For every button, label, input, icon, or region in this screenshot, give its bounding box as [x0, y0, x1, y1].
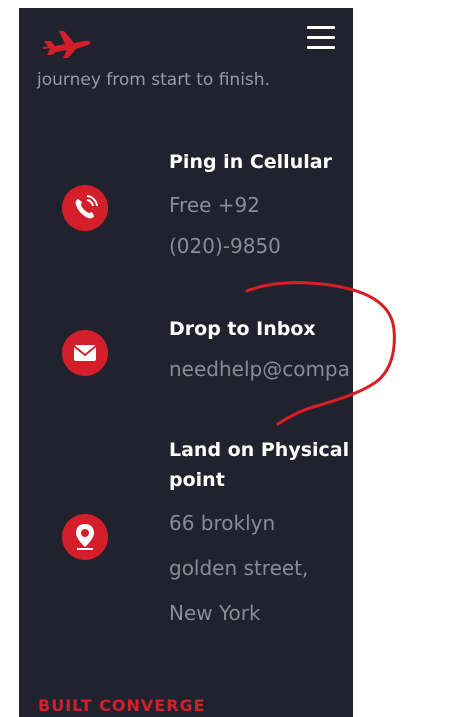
contact-title-email: Drop to Inbox — [169, 318, 316, 340]
contact-title-location-line-1: Land on Physical — [169, 439, 350, 461]
contact-title-phone: Ping in Cellular — [169, 151, 332, 173]
contact-panel: journey from start to finish. Ping in Ce… — [19, 8, 353, 717]
envelope-icon — [62, 330, 108, 376]
contact-detail-location-line-1: 66 broklyn — [169, 511, 276, 535]
contact-title-location-line-2: point — [169, 469, 225, 491]
footer-label: BUILT CONVERGE — [38, 696, 206, 715]
phone-icon — [62, 185, 108, 231]
location-pin-icon — [62, 514, 108, 560]
airplane-icon[interactable] — [41, 26, 93, 60]
contact-detail-location-line-3: New York — [169, 601, 261, 625]
contact-detail-phone-line-2: (020)-9850 — [169, 234, 281, 258]
hamburger-menu-icon[interactable] — [307, 24, 337, 50]
intro-tagline: journey from start to finish. — [37, 70, 270, 90]
contact-detail-email[interactable]: needhelp@compa — [169, 347, 350, 392]
contact-detail-phone-line-1: Free +92 — [169, 193, 261, 217]
contact-detail-location-line-2: golden street, — [169, 556, 309, 580]
